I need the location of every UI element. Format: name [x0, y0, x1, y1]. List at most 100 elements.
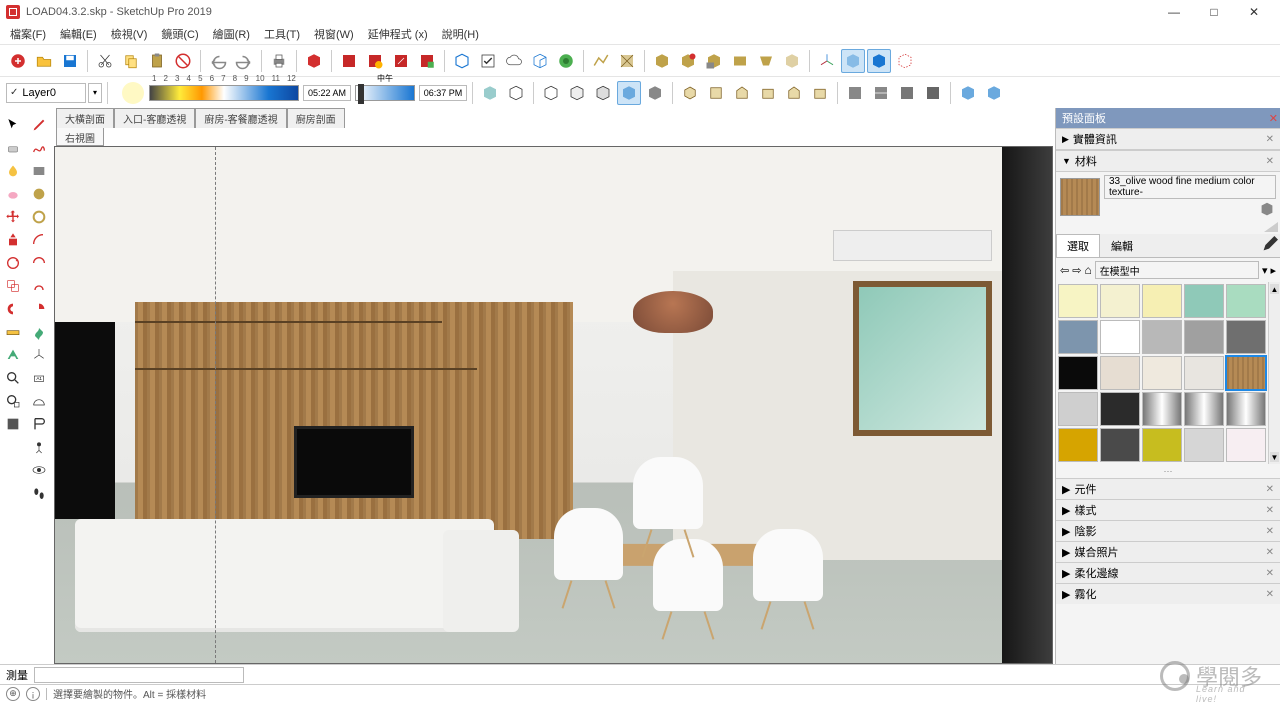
material-swatch-11[interactable]	[1100, 356, 1140, 390]
material-name-field[interactable]: 33_olive wood fine medium color texture-	[1104, 175, 1276, 199]
solid-4[interactable]	[728, 49, 752, 73]
geo-icon[interactable]: ⊕	[6, 687, 20, 701]
scroll-down-icon[interactable]: ▼	[1270, 452, 1279, 462]
material-swatch-2[interactable]	[1142, 284, 1182, 318]
polygon-tool[interactable]	[28, 206, 50, 228]
scene-tab-3[interactable]: 廚房-客餐廳透視	[195, 108, 286, 128]
material-swatch-21[interactable]	[1100, 428, 1140, 462]
style-mono[interactable]	[591, 81, 615, 105]
material-swatch-0[interactable]	[1058, 284, 1098, 318]
protractor-tool[interactable]	[28, 390, 50, 412]
eraser-tool[interactable]	[2, 137, 24, 159]
component-button[interactable]	[302, 49, 326, 73]
dropper-icon[interactable]	[1260, 236, 1278, 254]
rectangle-tool[interactable]	[28, 160, 50, 182]
solid-2[interactable]	[676, 49, 700, 73]
entity-info-header[interactable]: ▶實體資訊✕	[1056, 128, 1280, 150]
plugin-2[interactable]	[363, 49, 387, 73]
camera-1[interactable]	[956, 81, 980, 105]
material-swatch-7[interactable]	[1142, 320, 1182, 354]
delete-button[interactable]	[171, 49, 195, 73]
redo-button[interactable]	[232, 49, 256, 73]
swatch-scrollbar[interactable]: ▲ ▼	[1268, 282, 1280, 464]
style-shaded[interactable]	[478, 81, 502, 105]
move-tool[interactable]	[2, 206, 24, 228]
paint-tool[interactable]	[2, 160, 24, 182]
followme-tool[interactable]	[28, 321, 50, 343]
acc-styles[interactable]: ▶樣式✕	[1056, 499, 1280, 520]
text-tool[interactable]	[2, 344, 24, 366]
fwd-icon[interactable]: ⇨	[1072, 264, 1081, 277]
walk-tool[interactable]	[28, 482, 50, 504]
scene-tab-1[interactable]: 大橫剖面	[56, 108, 114, 128]
material-swatch-16[interactable]	[1100, 392, 1140, 426]
acc-components[interactable]: ▶元件✕	[1056, 478, 1280, 499]
style-wire[interactable]	[504, 81, 528, 105]
xray-button[interactable]	[841, 49, 865, 73]
menu-camera[interactable]: 鏡頭(C)	[155, 24, 204, 44]
view-top[interactable]	[704, 81, 728, 105]
warehouse-button[interactable]	[528, 49, 552, 73]
zoom-extents[interactable]	[2, 390, 24, 412]
view-left[interactable]	[808, 81, 832, 105]
layer-dropdown-arrow[interactable]: ▾	[88, 83, 102, 103]
menu-edit[interactable]: 編輯(E)	[54, 24, 103, 44]
material-swatch-4[interactable]	[1226, 284, 1266, 318]
view-front[interactable]	[730, 81, 754, 105]
section-3[interactable]	[895, 81, 919, 105]
pie-tool[interactable]	[28, 298, 50, 320]
solid-6[interactable]	[780, 49, 804, 73]
menu-view[interactable]: 檢視(V)	[105, 24, 154, 44]
scene-tab-5[interactable]: 右視圖	[56, 128, 104, 146]
print-button[interactable]	[267, 49, 291, 73]
material-swatch-24[interactable]	[1226, 428, 1266, 462]
model-info-button[interactable]	[450, 49, 474, 73]
menu-help[interactable]: 說明(H)	[436, 24, 485, 44]
pin-icon[interactable]: ⟂	[1259, 2, 1266, 13]
material-swatch-10[interactable]	[1058, 356, 1098, 390]
axes-button[interactable]	[815, 49, 839, 73]
material-swatch-8[interactable]	[1184, 320, 1224, 354]
open-button[interactable]	[32, 49, 56, 73]
material-swatch-20[interactable]	[1058, 428, 1098, 462]
save-button[interactable]	[58, 49, 82, 73]
sunrise-time[interactable]: 05:22 AM	[303, 85, 351, 101]
section-1[interactable]	[843, 81, 867, 105]
scene-tab-4[interactable]: 廚房剖面	[287, 108, 345, 128]
material-swatch-12[interactable]	[1142, 356, 1182, 390]
tray-close-icon[interactable]: ✕	[1269, 112, 1278, 125]
offset-tool[interactable]	[2, 298, 24, 320]
circle-tool[interactable]	[28, 183, 50, 205]
style-xray2[interactable]	[643, 81, 667, 105]
plugin-4[interactable]	[415, 49, 439, 73]
material-swatch-15[interactable]	[1058, 392, 1098, 426]
entity-close-icon[interactable]: ✕	[1266, 134, 1274, 145]
minimize-button[interactable]: —	[1154, 0, 1194, 24]
acc-shadows[interactable]: ▶陰影✕	[1056, 520, 1280, 541]
material-swatch-6[interactable]	[1100, 320, 1140, 354]
measurement-input[interactable]	[34, 667, 244, 683]
loc-dropdown-icon[interactable]: ▾	[1262, 264, 1268, 277]
shadow-toggle[interactable]	[121, 81, 145, 105]
scale-tool[interactable]	[2, 275, 24, 297]
create-material-button[interactable]	[1258, 201, 1276, 219]
acc-fog[interactable]: ▶霧化✕	[1056, 583, 1280, 604]
paint-soft[interactable]	[2, 183, 24, 205]
sandbox-1[interactable]	[589, 49, 613, 73]
scene-tab-2[interactable]: 入口-客廳透視	[114, 108, 195, 128]
pushpull-tool[interactable]	[2, 229, 24, 251]
menu-file[interactable]: 檔案(F)	[4, 24, 52, 44]
pencil-tool[interactable]	[28, 114, 50, 136]
material-swatch-17[interactable]	[1142, 392, 1182, 426]
tray-title[interactable]: 預設面板 ⟂ ✕	[1056, 108, 1280, 128]
time-of-day-slider[interactable]: 123456789101112	[149, 85, 299, 101]
solid-1[interactable]	[650, 49, 674, 73]
details-icon[interactable]: ▸	[1270, 264, 1276, 277]
rotate-tool[interactable]	[2, 252, 24, 274]
back-icon[interactable]: ⇦	[1060, 264, 1069, 277]
view-back[interactable]	[782, 81, 806, 105]
section-2[interactable]	[869, 81, 893, 105]
arc2-tool[interactable]	[28, 252, 50, 274]
close-button[interactable]: ✕	[1234, 0, 1274, 24]
material-swatch-18[interactable]	[1184, 392, 1224, 426]
